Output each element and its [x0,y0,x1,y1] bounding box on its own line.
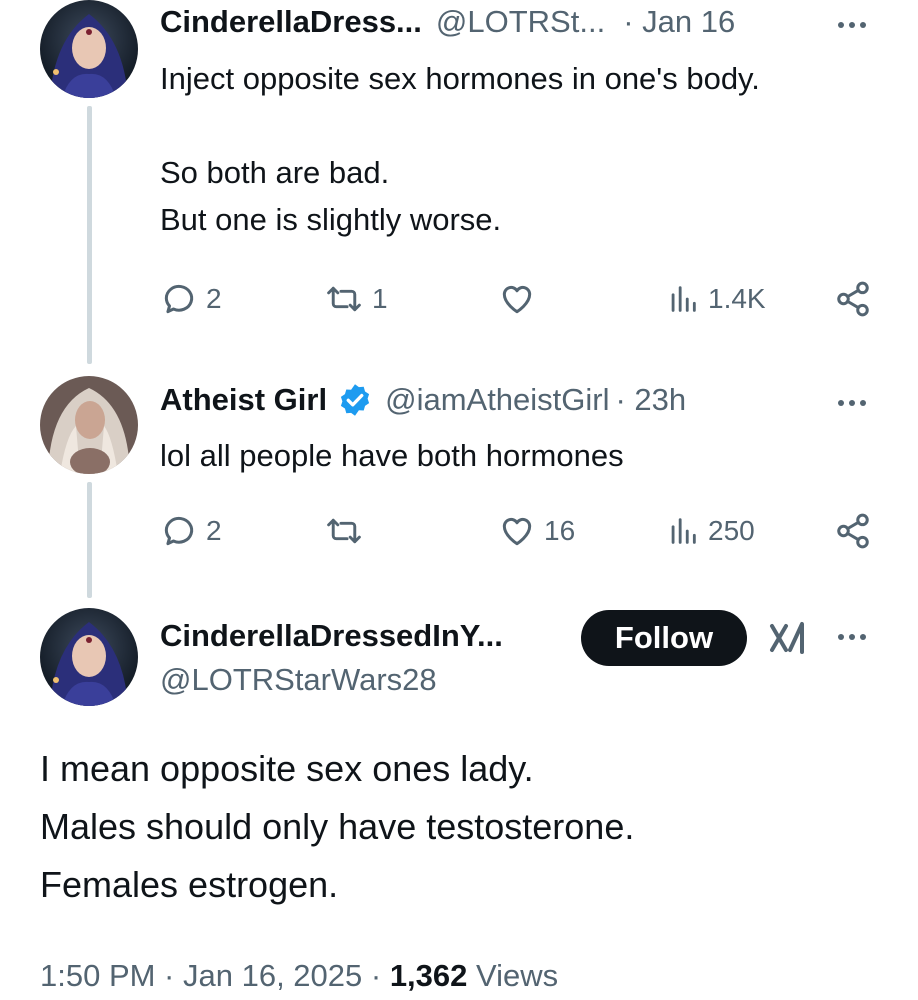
main-line-2: Males should only have testosterone. [40,806,635,847]
tweet1-line-2 [160,102,760,149]
tweet2-like-count: 16 [544,515,576,546]
tweet1-time[interactable]: · Jan 16 [623,4,735,40]
like-icon [498,512,536,550]
tweet1-line-1: Inject opposite sex hormones in one's bo… [160,61,760,96]
tweet2-text: lol all people have both hormones [160,432,624,479]
tweet2-views-button[interactable]: 250 [666,512,755,550]
tweet1-text: Inject opposite sex hormones in one's bo… [160,55,760,243]
tweet1-line-3: So both are bad. [160,155,390,190]
tweet1-reply-count: 2 [206,283,222,314]
thread-line-2 [87,482,92,598]
main-handle[interactable]: @LOTRStarWars28 [160,662,437,698]
tweet2-repost-button[interactable] [324,512,372,550]
tweet1-display-name[interactable]: CinderellaDress... [160,4,422,40]
tweet2-reply-button[interactable]: 2 [160,512,222,550]
reply-icon [160,280,198,318]
tweet2-reply-count: 2 [206,515,222,546]
follow-button[interactable]: Follow [581,610,747,666]
views-icon [666,512,700,550]
tweet2-like-button[interactable]: 16 [498,512,575,550]
main-timestamp[interactable]: 1:50 PM · Jan 16, 2025 · [40,958,390,993]
main-text: I mean opposite sex ones lady. Males sho… [40,740,634,914]
main-line-3: Females estrogen. [40,864,339,905]
tweet1-repost-button[interactable]: 1 [324,280,388,318]
avatar-main-cinderella[interactable] [40,608,138,706]
tweet1-views-button[interactable]: 1.4K [666,280,766,318]
tweet2-share-button[interactable] [834,512,872,550]
reply-icon [160,512,198,550]
tweet2-line-1: lol all people have both hormones [160,438,624,473]
repost-icon [324,512,364,550]
tweet2-handle[interactable]: @iamAtheistGirl [385,382,609,418]
main-meta: 1:50 PM · Jan 16, 2025 · 1,362 Views [40,958,558,994]
main-line-1: I mean opposite sex ones lady. [40,748,534,789]
tweet1-more-icon[interactable] [838,22,866,28]
tweet1-line-4: But one is slightly worse. [160,202,502,237]
main-views-count: 1,362 [389,958,468,993]
tweet2-display-name[interactable]: Atheist Girl [160,382,327,418]
avatar-cinderella[interactable] [40,0,138,98]
share-icon [834,280,872,318]
share-icon [834,512,872,550]
tweet1-handle[interactable]: @LOTRSt... [436,4,605,40]
tweet1-views-count: 1.4K [708,283,766,314]
grok-icon[interactable] [768,616,812,665]
tweet2-time[interactable]: · 23h [616,382,687,418]
repost-icon [324,280,364,318]
verified-icon [337,382,373,418]
tweet1-share-button[interactable] [834,280,872,318]
tweet1-repost-count: 1 [372,283,388,314]
views-icon [666,280,700,318]
thread-line-1 [87,106,92,364]
main-views-label: Views [467,958,559,993]
tweet1-reply-button[interactable]: 2 [160,280,222,318]
main-display-name[interactable]: CinderellaDressedInY... [160,618,503,654]
avatar-atheist-girl[interactable] [40,376,138,474]
main-more-icon[interactable] [838,634,866,640]
tweet1-like-button[interactable] [498,280,544,318]
like-icon [498,280,536,318]
tweet2-views-count: 250 [708,515,755,546]
tweet2-more-icon[interactable] [838,400,866,406]
